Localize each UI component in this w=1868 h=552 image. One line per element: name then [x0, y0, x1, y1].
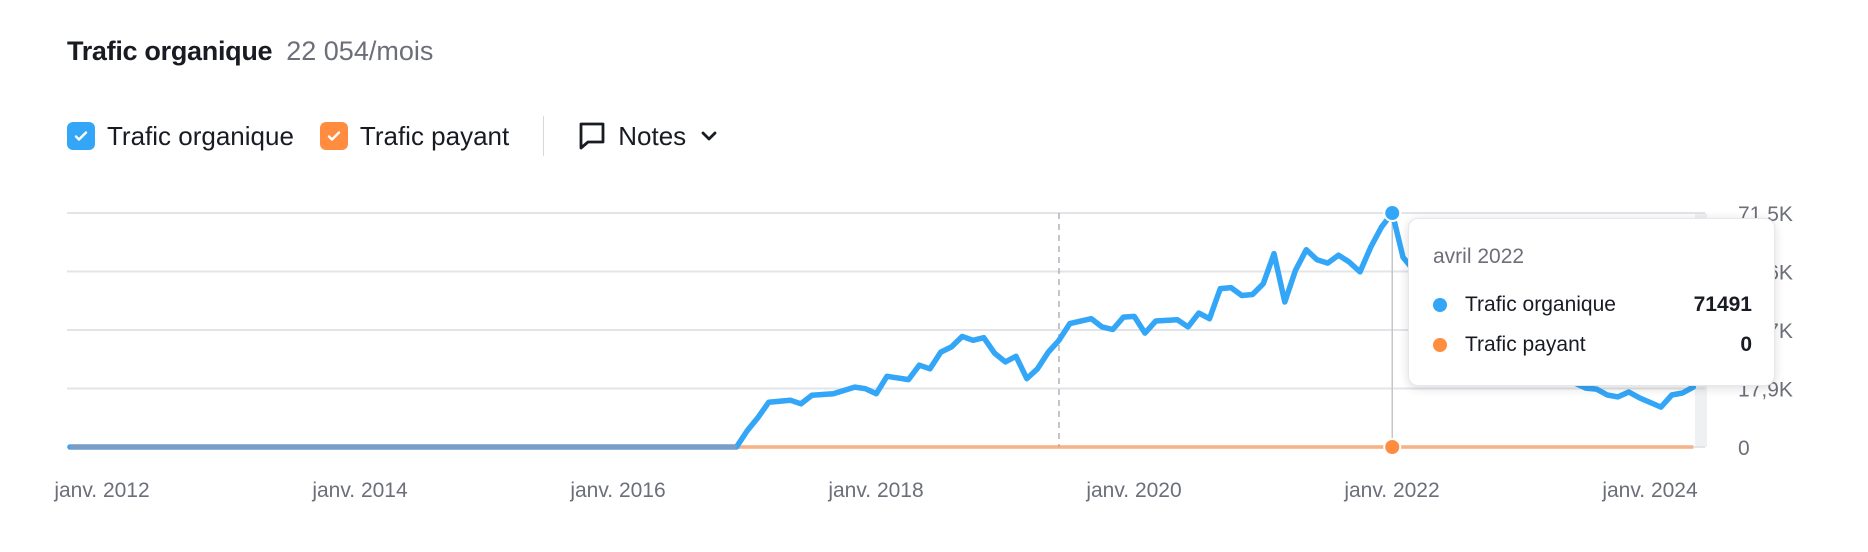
x-tick-label: janv. 2022	[1343, 479, 1439, 502]
highlight-point-paid	[1383, 438, 1402, 456]
x-tick-label: janv. 2016	[569, 479, 665, 502]
tooltip-date: avril 2022	[1433, 245, 1525, 268]
x-tick-label: janv. 2012	[53, 479, 149, 502]
x-tick-label: janv. 2024	[1601, 479, 1698, 502]
tooltip: avril 2022 Trafic organique 71491 Trafic…	[1408, 218, 1775, 386]
tooltip-value: 71491	[1693, 293, 1752, 316]
x-tick-label: janv. 2018	[827, 479, 923, 502]
highlight-point-organic	[1383, 204, 1402, 223]
tooltip-row-organic: Trafic organique 71491	[1433, 293, 1752, 317]
tooltip-label: Trafic organique	[1465, 293, 1616, 316]
y-tick-label: 0	[1738, 437, 1750, 460]
tooltip-label: Trafic payant	[1465, 333, 1586, 356]
organic-dot-icon	[1433, 298, 1447, 312]
paid-dot-icon	[1433, 338, 1447, 352]
x-tick-label: janv. 2020	[1085, 479, 1181, 502]
tooltip-value: 0	[1740, 333, 1752, 356]
tooltip-row-paid: Trafic payant 0	[1433, 333, 1752, 357]
x-tick-label: janv. 2014	[311, 479, 408, 502]
